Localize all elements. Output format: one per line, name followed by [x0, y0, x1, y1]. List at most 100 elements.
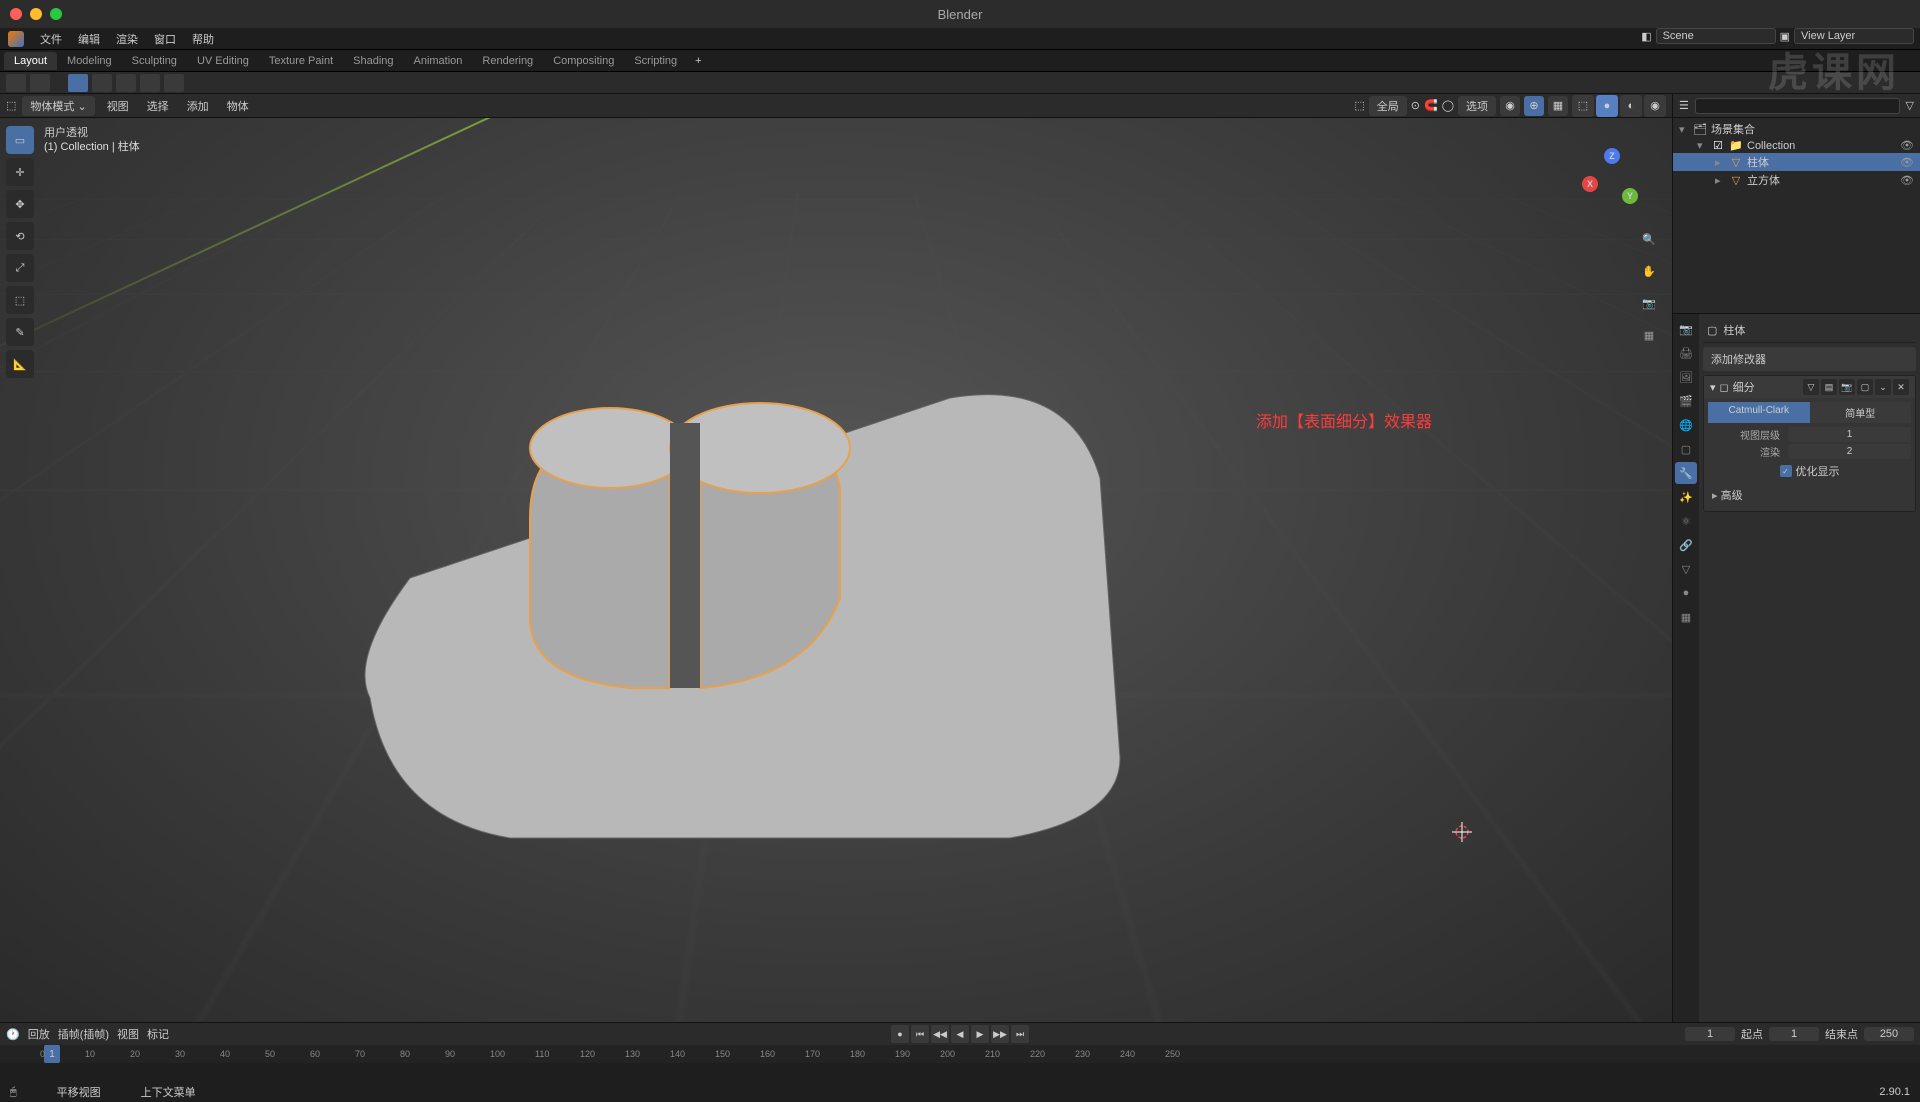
advanced-toggle[interactable]: ▸ 高级	[1708, 483, 1911, 507]
timeline-type-icon[interactable]: 🕐	[6, 1028, 20, 1041]
zoom-icon[interactable]: 🔍	[1638, 228, 1660, 250]
shading-wireframe[interactable]: ⬚	[1572, 95, 1594, 117]
tab-texturepaint[interactable]: Texture Paint	[259, 52, 343, 70]
prop-tab-object[interactable]: ▢	[1675, 438, 1697, 460]
tl-menu-keying[interactable]: 插帧(插帧)	[58, 1026, 109, 1042]
axis-x[interactable]: X	[1582, 176, 1598, 192]
close-window[interactable]	[10, 8, 22, 20]
orientation-icon[interactable]: ⬚	[1354, 99, 1364, 112]
visibility-toggle[interactable]: 👁	[1900, 156, 1914, 169]
prop-tab-constraint[interactable]: 🔗	[1675, 534, 1697, 556]
prop-tab-render[interactable]: 📷	[1675, 318, 1697, 340]
prop-tab-particle[interactable]: ✨	[1675, 486, 1697, 508]
tab-sculpting[interactable]: Sculpting	[122, 52, 187, 70]
pan-icon[interactable]: ✋	[1638, 260, 1660, 282]
mod-menu[interactable]: ⌄	[1875, 379, 1891, 395]
outliner-item-cylinder[interactable]: ▸▽柱体 👁	[1673, 153, 1920, 171]
prev-key[interactable]: ◀◀	[931, 1025, 949, 1043]
tl-menu-marker[interactable]: 标记	[147, 1026, 169, 1042]
prop-tab-physics[interactable]: ⚛	[1675, 510, 1697, 532]
outliner-search[interactable]	[1695, 98, 1900, 114]
tab-layout[interactable]: Layout	[4, 52, 57, 70]
vp-menu-object[interactable]: 物体	[221, 96, 255, 116]
prop-tab-scene[interactable]: 🎬	[1675, 390, 1697, 412]
viewlayer-name[interactable]: View Layer	[1794, 28, 1914, 44]
menu-help[interactable]: 帮助	[186, 29, 220, 49]
menu-render[interactable]: 渲染	[110, 29, 144, 49]
pivot-icon[interactable]: ⊙	[1411, 99, 1420, 112]
visibility-toggle[interactable]: 👁	[1900, 174, 1914, 187]
subdiv-simple[interactable]: 简单型	[1810, 402, 1912, 423]
autokey-toggle[interactable]: ●	[891, 1025, 909, 1043]
mod-render-toggle[interactable]: 📷	[1839, 379, 1855, 395]
prop-tab-modifier[interactable]: 🔧	[1675, 462, 1697, 484]
shading-rendered[interactable]: ◉	[1644, 95, 1666, 117]
tab-shading[interactable]: Shading	[343, 52, 403, 70]
prop-tab-world[interactable]: 🌐	[1675, 414, 1697, 436]
mode-dropdown[interactable]: 物体模式 ⌄	[22, 96, 94, 116]
options-dropdown[interactable]: 选项	[1458, 96, 1496, 116]
tool-rotate[interactable]: ⟲	[6, 222, 34, 250]
breadcrumb-object[interactable]: 柱体	[1723, 322, 1745, 338]
origin-toggle-3[interactable]	[116, 74, 136, 92]
prop-tab-output[interactable]: 🖨	[1675, 342, 1697, 364]
xray-toggle[interactable]: ▦	[1548, 96, 1568, 116]
tool-move[interactable]: ✥	[6, 190, 34, 218]
end-frame[interactable]: 250	[1864, 1027, 1914, 1041]
axis-z[interactable]: Z	[1604, 148, 1620, 164]
nav-gizmo[interactable]: X Y Z	[1582, 148, 1642, 208]
tl-menu-playback[interactable]: 回放	[28, 1026, 50, 1042]
timeline-ruler[interactable]: 1 01020304050607080901001101201301401501…	[0, 1045, 1920, 1063]
select-box-icon[interactable]	[30, 74, 50, 92]
tab-modeling[interactable]: Modeling	[57, 52, 122, 70]
camera-icon[interactable]: 📷	[1638, 292, 1660, 314]
menu-file[interactable]: 文件	[34, 29, 68, 49]
optimal-display-checkbox[interactable]: ✓	[1780, 465, 1792, 477]
tl-menu-view[interactable]: 视图	[117, 1026, 139, 1042]
outliner-collection[interactable]: ▾☑📁Collection 👁	[1673, 138, 1920, 153]
tool-cursor[interactable]: ✛	[6, 158, 34, 186]
proportional-icon[interactable]: ◯	[1442, 99, 1454, 112]
origin-toggle-2[interactable]	[92, 74, 112, 92]
editor-type-icon[interactable]: ⬚	[6, 99, 16, 112]
tool-select[interactable]: ▭	[6, 126, 34, 154]
axis-y[interactable]: Y	[1622, 188, 1638, 204]
collapse-toggle[interactable]: ▾	[1710, 381, 1716, 394]
modifier-name[interactable]: 细分	[1733, 379, 1755, 395]
add-modifier-button[interactable]: 添加修改器	[1703, 347, 1916, 371]
subdiv-catmull[interactable]: Catmull-Clark	[1708, 402, 1810, 423]
tab-animation[interactable]: Animation	[404, 52, 473, 70]
tab-rendering[interactable]: Rendering	[472, 52, 543, 70]
origin-toggle-1[interactable]	[68, 74, 88, 92]
vp-menu-add[interactable]: 添加	[181, 96, 215, 116]
visibility-toggle[interactable]: 👁	[1900, 139, 1914, 152]
menu-edit[interactable]: 编辑	[72, 29, 106, 49]
playhead[interactable]: 1	[44, 1045, 60, 1063]
tab-uvediting[interactable]: UV Editing	[187, 52, 259, 70]
mod-cage-toggle[interactable]: ▢	[1857, 379, 1873, 395]
tab-compositing[interactable]: Compositing	[543, 52, 624, 70]
render-level-value[interactable]: 2	[1788, 444, 1911, 459]
maximize-window[interactable]	[50, 8, 62, 20]
tool-scale[interactable]: ⤢	[6, 254, 34, 282]
outliner-item-cube[interactable]: ▸▽立方体 👁	[1673, 171, 1920, 189]
cursor-icon[interactable]	[6, 74, 26, 92]
add-workspace[interactable]: +	[687, 52, 709, 70]
mod-editmode-toggle[interactable]: ▤	[1821, 379, 1837, 395]
scene-name[interactable]: Scene	[1656, 28, 1776, 44]
origin-toggle-5[interactable]	[164, 74, 184, 92]
outliner-scene-collection[interactable]: ▾🗂场景集合	[1673, 120, 1920, 138]
tab-scripting[interactable]: Scripting	[624, 52, 687, 70]
next-key[interactable]: ▶▶	[991, 1025, 1009, 1043]
tool-annotate[interactable]: ✎	[6, 318, 34, 346]
jump-end[interactable]: ⏭	[1011, 1025, 1029, 1043]
snap-icon[interactable]: 🧲	[1424, 99, 1438, 112]
overlay-toggle[interactable]: ◉	[1500, 96, 1520, 116]
shading-solid[interactable]: ●	[1596, 95, 1618, 117]
prop-tab-mesh[interactable]: ▽	[1675, 558, 1697, 580]
start-frame[interactable]: 1	[1769, 1027, 1819, 1041]
origin-toggle-4[interactable]	[140, 74, 160, 92]
vp-menu-view[interactable]: 视图	[101, 96, 135, 116]
tool-transform[interactable]: ⬚	[6, 286, 34, 314]
viewport-3d[interactable]: 用户透视 (1) Collection | 柱体 ▭ ✛ ✥ ⟲ ⤢ ⬚ ✎ 📐	[0, 118, 1672, 1022]
